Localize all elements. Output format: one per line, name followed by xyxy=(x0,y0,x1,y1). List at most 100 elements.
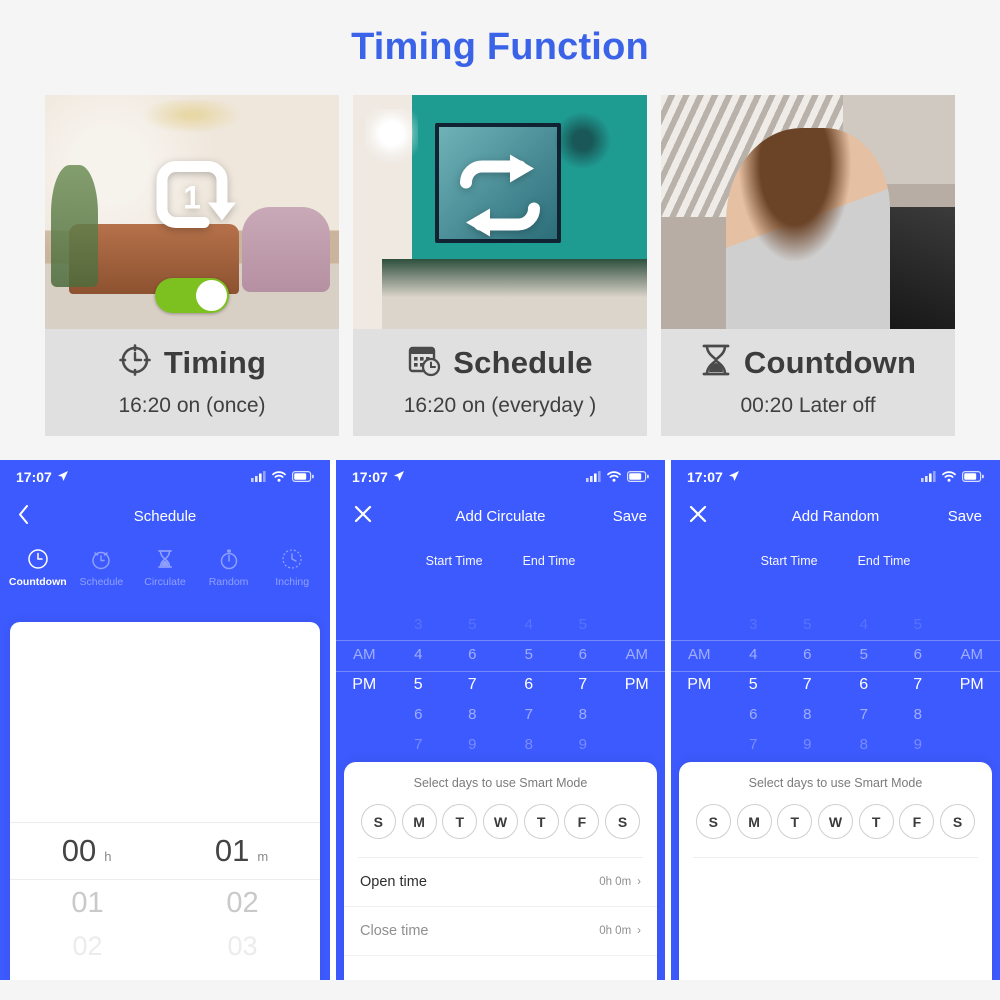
day-chip[interactable]: S xyxy=(695,804,731,839)
tab-circulate[interactable]: Circulate xyxy=(134,548,196,588)
day-chip[interactable]: W xyxy=(817,804,853,839)
picker-selection-band xyxy=(671,640,1000,672)
minute-below1: 8 xyxy=(803,706,812,723)
hour-below2: 8 xyxy=(524,736,533,753)
clock-timer-icon xyxy=(118,343,152,382)
minute-below2: 9 xyxy=(578,736,587,753)
chevron-right-icon: › xyxy=(637,876,641,888)
card-heading: Countdown xyxy=(700,343,916,382)
hour-below1: 7 xyxy=(524,706,533,723)
picker-next-row[interactable]: 01 02 xyxy=(10,880,320,926)
wifi-icon xyxy=(272,469,286,485)
day-chip[interactable]: T xyxy=(858,804,894,839)
power-toggle[interactable] xyxy=(155,278,229,313)
time-picker-headers: Start Time End Time xyxy=(671,554,1000,568)
day-chip[interactable]: T xyxy=(523,804,559,839)
sheet-title: Select days to use Smart Mode xyxy=(413,776,588,790)
toggle-knob xyxy=(196,280,227,311)
day-chip[interactable]: F xyxy=(564,804,600,839)
hour-below1: 6 xyxy=(749,706,758,723)
tab-schedule[interactable]: Schedule xyxy=(70,548,132,588)
wifi-icon xyxy=(942,469,956,485)
minute-below1: 8 xyxy=(913,706,922,723)
picker-next-row-2[interactable]: 02 03 xyxy=(10,926,320,966)
phone-screen-schedule: 17:07 Schedule Countdown Schedule Circul… xyxy=(0,460,330,980)
status-right xyxy=(251,469,314,485)
duration-picker[interactable]: 00 h 01 m 01 02 02 03 xyxy=(10,822,320,966)
hourglass-icon xyxy=(700,343,732,382)
toggle-knob xyxy=(773,280,804,311)
tab-countdown[interactable]: Countdown xyxy=(7,548,69,588)
picker-selection-band xyxy=(336,640,665,672)
time-picker-headers: Start Time End Time xyxy=(336,554,665,568)
meridiem-selected: PM xyxy=(352,676,377,693)
hour-below1: 6 xyxy=(414,706,423,723)
status-left: 17:07 xyxy=(16,469,69,485)
time-picker[interactable]: AM PM 3 4 5 6 7 5 6 7 8 9 4 5 6 7 8 5 6 … xyxy=(336,580,665,753)
nav-bar: Add Circulate Save xyxy=(336,494,665,538)
start-time-header: Start Time xyxy=(760,554,818,568)
minute-next: 02 xyxy=(226,886,259,919)
minute-below1: 8 xyxy=(468,706,477,723)
save-button[interactable]: Save xyxy=(948,508,982,525)
save-button[interactable]: Save xyxy=(613,508,647,525)
hour-selected: 5 xyxy=(413,676,423,693)
feature-card-countdown: Countdown 00:20 Later off xyxy=(661,95,955,436)
end-time-header: End Time xyxy=(857,554,911,568)
row-close-time[interactable]: Close time 0h 0m › xyxy=(344,907,657,956)
picker-minute-selected[interactable]: 01 m xyxy=(215,833,268,869)
card-heading: Schedule xyxy=(407,343,593,382)
sheet-title: Select days to use Smart Mode xyxy=(748,776,923,790)
feature-card-timing: 1 Timing 16:20 on (once) xyxy=(45,95,339,436)
tab-label: Circulate xyxy=(144,576,186,588)
day-chip[interactable]: M xyxy=(401,804,437,839)
day-chip[interactable]: T xyxy=(442,804,478,839)
row-label: Open time xyxy=(360,874,427,890)
feature-card-row: 1 Timing 16:20 on (once) Schedule 16:20 … xyxy=(0,95,1000,460)
close-icon[interactable] xyxy=(689,505,707,527)
day-chip[interactable]: T xyxy=(777,804,813,839)
meridiem-selected: PM xyxy=(624,676,649,693)
card-subtitle: 16:20 on (once) xyxy=(118,394,266,417)
day-chip[interactable]: S xyxy=(605,804,641,839)
phone-screen-add-random: 17:07 Add Random Save Start Time End Tim… xyxy=(671,460,1000,980)
signal-bars-icon xyxy=(251,469,266,485)
nav-bar: Schedule xyxy=(0,494,330,538)
power-toggle[interactable] xyxy=(463,278,537,313)
phone-screenshot-row: 17:07 Schedule Countdown Schedule Circul… xyxy=(0,460,1000,980)
power-toggle[interactable] xyxy=(771,278,845,313)
wifi-icon xyxy=(607,469,621,485)
time-picker[interactable]: AM PM 3 4 5 6 7 5 6 7 8 9 4 5 6 7 8 5 6 … xyxy=(671,580,1000,753)
mode-tab-bar: Countdown Schedule Circulate Random Inch… xyxy=(0,538,330,588)
day-chip[interactable]: F xyxy=(899,804,935,839)
picker-hour-selected[interactable]: 00 h xyxy=(62,833,112,869)
status-right xyxy=(921,469,984,485)
location-arrow-icon xyxy=(728,469,740,485)
hour-below2: 8 xyxy=(859,736,868,753)
smart-mode-sheet: Select days to use Smart Mode S M T W T … xyxy=(679,762,992,980)
close-icon[interactable] xyxy=(354,505,372,527)
day-chip[interactable]: S xyxy=(940,804,976,839)
repeat-once-icon: 1 xyxy=(146,156,238,239)
start-time-header: Start Time xyxy=(425,554,483,568)
minute-above2: 5 xyxy=(468,616,477,633)
minute-selected: 7 xyxy=(802,676,812,693)
row-open-time[interactable]: Open time 0h 0m › xyxy=(344,858,657,907)
picker-selected-row[interactable]: 00 h 01 m xyxy=(10,822,320,880)
hour-above2: 4 xyxy=(859,616,868,633)
back-chevron-icon[interactable] xyxy=(18,504,29,528)
day-chip[interactable]: W xyxy=(482,804,518,839)
day-chip[interactable]: M xyxy=(736,804,772,839)
pendant-lamp-decor xyxy=(547,109,618,180)
repeat-cycle-icon xyxy=(448,152,552,243)
battery-icon xyxy=(627,469,649,485)
page-title: Timing Function xyxy=(351,26,649,68)
tab-inching[interactable]: Inching xyxy=(261,548,323,588)
minute-above2: 5 xyxy=(578,616,587,633)
day-chip[interactable]: S xyxy=(360,804,396,839)
status-bar: 17:07 xyxy=(671,460,1000,494)
calendar-clock-icon xyxy=(407,343,441,382)
tab-random[interactable]: Random xyxy=(198,548,260,588)
status-bar: 17:07 xyxy=(0,460,330,494)
hour-above2: 4 xyxy=(524,616,533,633)
